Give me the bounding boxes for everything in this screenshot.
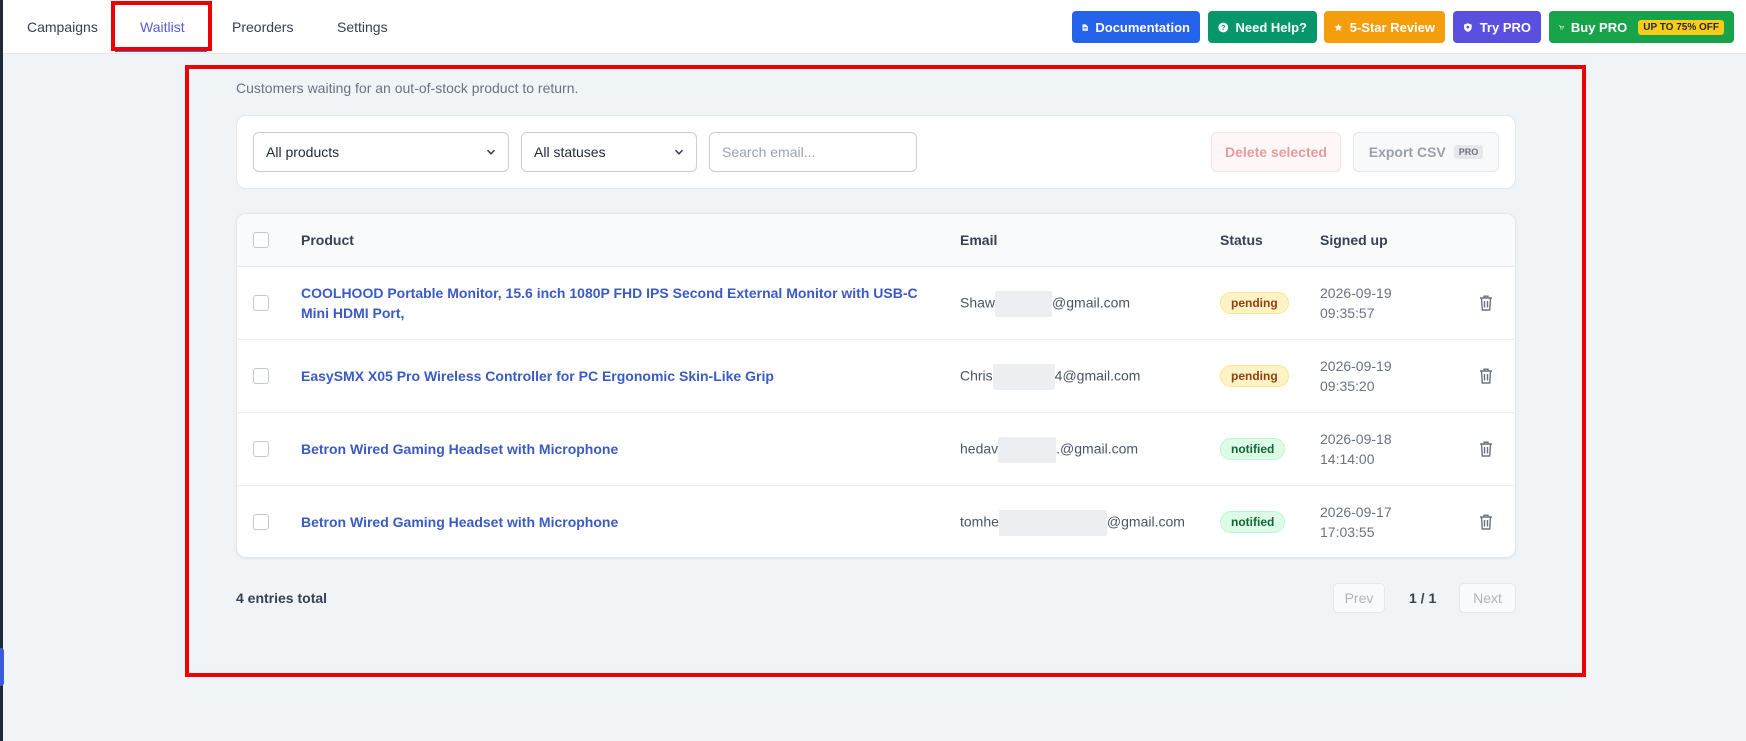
- table-row: Betron Wired Gaming Headset with Microph…: [237, 413, 1515, 486]
- entries-total: 4 entries total: [236, 590, 328, 606]
- table-header: Product Email Status Signed up: [237, 214, 1515, 267]
- product-link[interactable]: COOLHOOD Portable Monitor, 15.6 inch 108…: [301, 283, 931, 323]
- product-filter-value: All products: [266, 144, 340, 160]
- side-handle[interactable]: [0, 648, 4, 686]
- product-filter-select[interactable]: All products: [253, 132, 509, 172]
- customer-email: hedav .@gmail.com: [960, 437, 1138, 463]
- redacted-blur: [995, 291, 1053, 317]
- signup-date: 2026-09-18: [1320, 431, 1392, 447]
- table-row: COOLHOOD Portable Monitor, 15.6 inch 108…: [237, 267, 1515, 340]
- buy-pro-button[interactable]: Buy PRO UP TO 75% OFF: [1549, 11, 1734, 43]
- chevron-down-icon: [486, 149, 496, 155]
- redacted-blur: [998, 437, 1057, 463]
- status-badge: notified: [1220, 438, 1286, 460]
- signup-datetime: 2026-09-17 17:03:55: [1320, 502, 1392, 542]
- star-icon: [1334, 23, 1343, 31]
- signup-time: 09:35:20: [1320, 378, 1375, 394]
- top-nav: Campaigns Waitlist Preorders Settings Do…: [3, 0, 1746, 54]
- customer-email: Shaw @gmail.com: [960, 291, 1130, 317]
- signup-time: 14:14:00: [1320, 451, 1375, 467]
- need-help-label: Need Help?: [1235, 19, 1307, 35]
- waitlist-table: Product Email Status Signed up COOLHOOD …: [236, 213, 1516, 558]
- filter-bar: All products All statuses Delete selecte…: [236, 115, 1516, 189]
- column-header-email: Email: [960, 232, 998, 248]
- column-header-status: Status: [1220, 232, 1263, 248]
- row-checkbox[interactable]: [253, 295, 269, 311]
- documentation-button[interactable]: Documentation: [1072, 11, 1200, 43]
- shield-icon: [1464, 22, 1472, 32]
- signup-time: 17:03:55: [1320, 524, 1375, 540]
- signup-time: 09:35:57: [1320, 305, 1375, 321]
- need-help-button[interactable]: ? Need Help?: [1208, 11, 1317, 43]
- discount-badge: UP TO 75% OFF: [1638, 19, 1724, 35]
- row-checkbox[interactable]: [253, 514, 269, 530]
- window-edge: [0, 0, 3, 741]
- delete-selected-button[interactable]: Delete selected: [1211, 132, 1341, 172]
- email-suffix: 4@gmail.com: [1054, 367, 1141, 384]
- signup-datetime: 2026-09-19 09:35:57: [1320, 283, 1392, 323]
- export-csv-button[interactable]: Export CSV PRO: [1353, 132, 1499, 172]
- try-pro-button[interactable]: Try PRO: [1453, 11, 1541, 43]
- email-prefix: tomhe: [960, 513, 999, 530]
- customer-email: tomhe @gmail.com: [960, 510, 1185, 536]
- document-icon: [1082, 23, 1088, 31]
- column-header-signed-up: Signed up: [1320, 232, 1388, 248]
- redacted-blur: [998, 510, 1107, 536]
- trash-icon[interactable]: [1478, 440, 1494, 458]
- export-csv-label: Export CSV: [1368, 144, 1446, 160]
- page-subtitle: Customers waiting for an out-of-stock pr…: [236, 80, 579, 96]
- status-badge: notified: [1220, 511, 1286, 533]
- tab-preorders[interactable]: Preorders: [232, 0, 293, 54]
- email-prefix: hedav: [960, 440, 999, 457]
- column-header-product: Product: [301, 232, 354, 248]
- buy-pro-label: Buy PRO: [1570, 19, 1628, 35]
- tab-settings[interactable]: Settings: [337, 0, 388, 54]
- row-checkbox[interactable]: [253, 441, 269, 457]
- status-badge: pending: [1220, 365, 1289, 387]
- review-label: 5-Star Review: [1349, 19, 1435, 35]
- table-row: Betron Wired Gaming Headset with Microph…: [237, 486, 1515, 557]
- product-link[interactable]: EasySMX X05 Pro Wireless Controller for …: [301, 366, 931, 386]
- page-indicator: 1 / 1: [1409, 590, 1437, 606]
- status-filter-value: All statuses: [534, 144, 606, 160]
- tab-campaigns[interactable]: Campaigns: [27, 0, 98, 54]
- redacted-blur: [992, 364, 1055, 390]
- email-suffix: .@gmail.com: [1056, 440, 1139, 457]
- svg-text:?: ?: [1221, 23, 1226, 32]
- help-icon: ?: [1218, 22, 1229, 32]
- signup-date: 2026-09-19: [1320, 285, 1392, 301]
- review-button[interactable]: 5-Star Review: [1324, 11, 1445, 43]
- trash-icon[interactable]: [1478, 513, 1494, 531]
- pro-badge: PRO: [1453, 145, 1484, 159]
- try-pro-label: Try PRO: [1479, 19, 1531, 35]
- prev-page-button[interactable]: Prev: [1333, 583, 1385, 613]
- cart-icon: [1559, 24, 1564, 30]
- trash-icon[interactable]: [1478, 294, 1494, 312]
- documentation-label: Documentation: [1095, 19, 1190, 35]
- next-page-button[interactable]: Next: [1459, 583, 1516, 613]
- signup-date: 2026-09-17: [1320, 504, 1392, 520]
- status-badge: pending: [1220, 292, 1289, 314]
- email-prefix: Shaw: [960, 294, 996, 311]
- customer-email: Chris 4@gmail.com: [960, 364, 1140, 390]
- email-suffix: @gmail.com: [1106, 513, 1185, 530]
- trash-icon[interactable]: [1478, 367, 1494, 385]
- search-email-input[interactable]: [709, 132, 917, 172]
- signup-datetime: 2026-09-18 14:14:00: [1320, 429, 1392, 469]
- email-prefix: Chris: [960, 367, 993, 384]
- signup-date: 2026-09-19: [1320, 358, 1392, 374]
- product-link[interactable]: Betron Wired Gaming Headset with Microph…: [301, 512, 931, 532]
- highlight-frame-tab: [111, 1, 212, 51]
- status-filter-select[interactable]: All statuses: [521, 132, 697, 172]
- select-all-checkbox[interactable]: [253, 232, 269, 248]
- table-row: EasySMX X05 Pro Wireless Controller for …: [237, 340, 1515, 413]
- signup-datetime: 2026-09-19 09:35:20: [1320, 356, 1392, 396]
- chevron-down-icon: [674, 149, 684, 155]
- product-link[interactable]: Betron Wired Gaming Headset with Microph…: [301, 439, 931, 459]
- email-suffix: @gmail.com: [1052, 294, 1131, 311]
- row-checkbox[interactable]: [253, 368, 269, 384]
